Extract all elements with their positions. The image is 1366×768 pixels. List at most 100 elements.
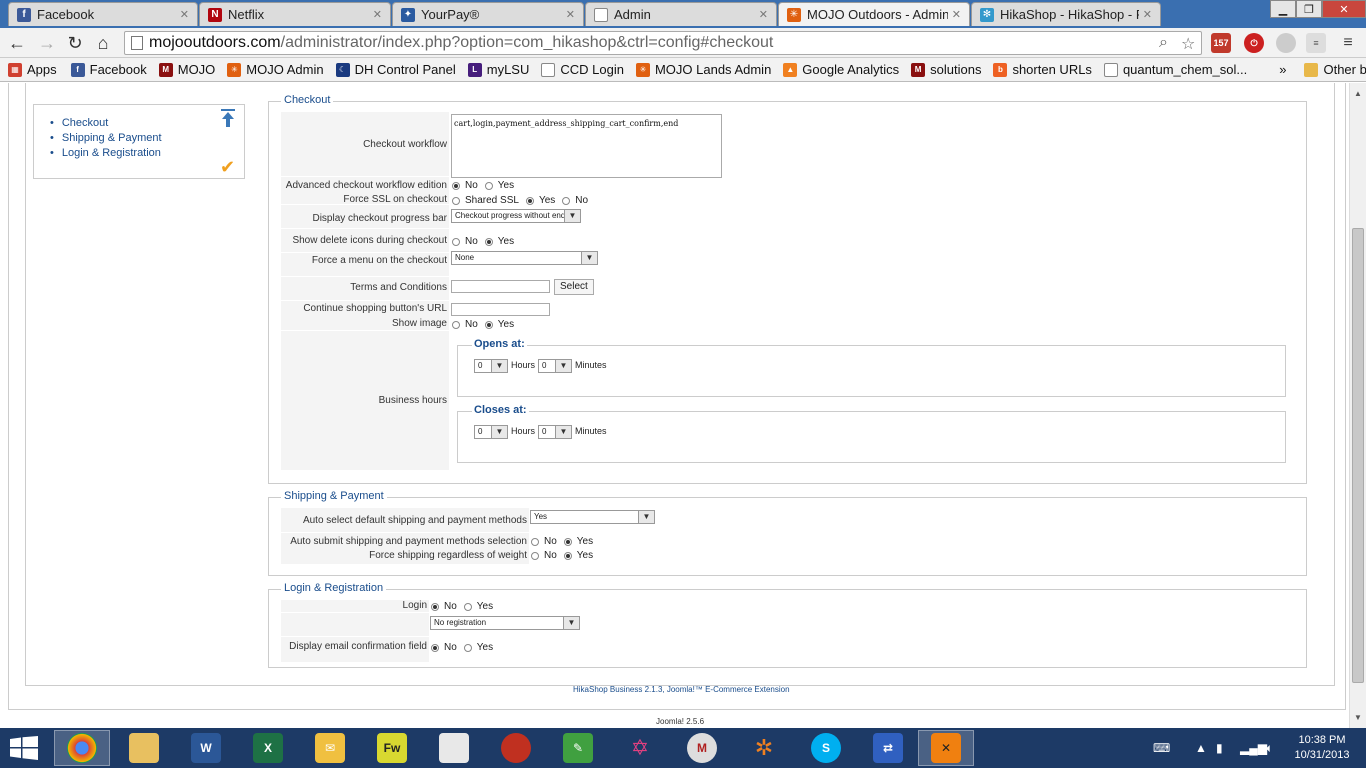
close-icon[interactable]: ✕ [373,8,382,21]
force-ssl-shared-radio[interactable] [452,196,460,205]
star-icon[interactable]: ☆ [1181,34,1195,54]
terms-input[interactable] [451,280,550,293]
advanced-workflow-yes-radio[interactable] [484,181,493,190]
taskbar-chrome[interactable] [54,730,110,766]
bookmark-other[interactable]: Other bookmarks [1304,62,1366,77]
force-shipping-no-radio[interactable] [531,551,539,560]
page-scrollbar[interactable]: ▲ ▼ [1349,83,1366,728]
taskbar-app-window[interactable] [426,730,482,766]
bookmark-apps[interactable]: ▦ Apps [8,62,57,77]
power-status-icon[interactable]: ▮ [1216,741,1223,755]
registration-select[interactable]: No registration ▼ [430,616,580,630]
system-clock[interactable]: 10:38 PM 10/31/2013 [1283,733,1361,763]
taskbar-remote[interactable]: ⇄ [860,730,916,766]
checkout-workflow-textarea[interactable]: cart,login,payment_address_shipping_cart… [451,114,722,178]
auto-submit-yes-radio[interactable] [563,537,572,546]
taskbar-excel[interactable]: X [240,730,296,766]
taskbar-word[interactable]: W [178,730,234,766]
taskbar-skype[interactable]: S [798,730,854,766]
tab-hikashop[interactable]: ✻ HikaShop - HikaShop - Re ✕ [971,2,1161,26]
taskbar-tool[interactable]: ✎ [550,730,606,766]
show-image-no-radio[interactable] [452,320,460,329]
login-yes-radio[interactable] [463,602,472,611]
terms-select-button[interactable]: Select [554,279,594,295]
bookmark-quantum-chem[interactable]: quantum_chem_sol... [1103,62,1247,77]
delete-icons-no-radio[interactable] [452,237,460,246]
bookmark-facebook[interactable]: f Facebook [70,62,147,77]
minimize-button[interactable]: ▁ [1270,0,1296,18]
scroll-thumb[interactable] [1352,228,1364,683]
close-icon[interactable]: ✕ [952,8,961,21]
close-icon[interactable]: ✕ [759,8,768,21]
show-image-yes-radio[interactable] [484,320,493,329]
tab-yourpay[interactable]: ✦ YourPay® ✕ [392,2,584,26]
windows-start-icon[interactable] [10,736,38,760]
keyboard-icon[interactable]: ⌨ [1153,741,1170,755]
progress-bar-select[interactable]: Checkout progress without end ▼ [451,209,581,223]
continue-url-input[interactable] [451,303,550,316]
tab-netflix[interactable]: N Netflix ✕ [199,2,391,26]
bookmark-ccd-login[interactable]: CCD Login [541,62,624,77]
extension-icon[interactable]: ≡ [1306,33,1326,53]
show-hidden-icons-icon[interactable]: ▲ [1195,741,1207,755]
nav-link-shipping-payment[interactable]: Shipping & Payment [50,130,162,145]
opens-minutes-select[interactable]: 0 ▼ [538,359,572,373]
close-icon[interactable]: ✕ [1143,8,1152,21]
tab-admin[interactable]: Admin ✕ [585,2,777,26]
force-shipping-yes-radio[interactable] [563,551,572,560]
taskbar-molecule[interactable]: ✡ [612,730,668,766]
taskbar-fireworks[interactable]: Fw [364,730,420,766]
volume-icon[interactable]: 🔈︎ [1266,741,1273,756]
close-window-button[interactable]: ✕ [1322,0,1366,18]
menu-icon[interactable]: ≡ [1338,33,1358,53]
auto-select-select[interactable]: Yes ▼ [530,510,655,524]
search-icon[interactable]: ⌕ [1159,34,1168,52]
tab-facebook[interactable]: f Facebook ✕ [8,2,198,26]
bookmark-dh-control-panel[interactable]: ☾ DH Control Panel [335,62,456,77]
taskbar-network-app[interactable]: ✲ [736,730,792,766]
force-ssl-yes-radio[interactable] [525,196,534,205]
bookmarks-overflow-button[interactable]: » [1279,62,1286,77]
force-menu-select[interactable]: None ▼ [451,251,598,265]
login-no-radio[interactable] [431,602,439,611]
scroll-up-icon[interactable]: ▲ [1352,89,1364,101]
address-bar[interactable]: mojooutdoors.com/administrator/index.php… [124,31,1202,55]
back-to-top-icon[interactable] [220,109,236,127]
closes-minutes-select[interactable]: 0 ▼ [538,425,572,439]
bookmark-mylsu[interactable]: LmyLSU [467,62,529,77]
taskbar-game[interactable] [488,730,544,766]
taskbar-mathematica[interactable]: M [674,730,730,766]
opens-hours-select[interactable]: 0 ▼ [474,359,508,373]
gmail-checker-icon[interactable]: 157 [1211,33,1231,53]
delete-icons-yes-radio[interactable] [484,237,493,246]
advanced-workflow-no-radio[interactable] [452,181,460,190]
back-icon[interactable]: ← [6,32,28,54]
bookmark-mojo-lands-admin[interactable]: ✳ MOJO Lands Admin [635,62,771,77]
taskbar-outlook[interactable]: ✉ [302,730,358,766]
bookmark-solutions[interactable]: Msolutions [911,62,981,77]
auto-submit-no-radio[interactable] [531,537,539,546]
email-confirm-no-radio[interactable] [431,643,439,652]
email-confirm-yes-radio[interactable] [463,643,472,652]
bookmark-google-analytics[interactable]: ▲ Google Analytics [783,62,899,77]
bookmark-mojo-admin[interactable]: ✳ MOJO Admin [227,62,324,77]
bookmark-mojo[interactable]: M MOJO [158,62,215,77]
scroll-down-icon[interactable]: ▼ [1352,713,1364,725]
hikashop-credit-link[interactable]: HikaShop Business 2.1.3, Joomla!™ E-Comm… [573,685,790,694]
loading-icon[interactable] [1276,33,1296,53]
nav-link-checkout[interactable]: Checkout [50,115,162,130]
bookmark-shorten-urls[interactable]: b shorten URLs [993,62,1092,77]
force-ssl-no-radio[interactable] [562,196,571,205]
taskbar-avogadro[interactable]: ✕ [918,730,974,766]
maximize-button[interactable]: ❐ [1296,0,1322,18]
taskbar-explorer[interactable] [116,730,172,766]
forward-icon[interactable]: → [36,32,58,54]
nav-link-login-registration[interactable]: Login & Registration [50,145,162,160]
reload-icon[interactable]: ↻ [64,32,86,54]
wifi-icon[interactable]: ▂▄▆ [1240,741,1267,755]
power-icon[interactable]: ⏻ [1244,33,1264,53]
close-icon[interactable]: ✕ [180,8,189,21]
tab-mojo-outdoors[interactable]: ✳ MOJO Outdoors - Admini ✕ [778,2,970,26]
close-icon[interactable]: ✕ [566,8,575,21]
home-icon[interactable]: ⌂ [92,32,114,54]
